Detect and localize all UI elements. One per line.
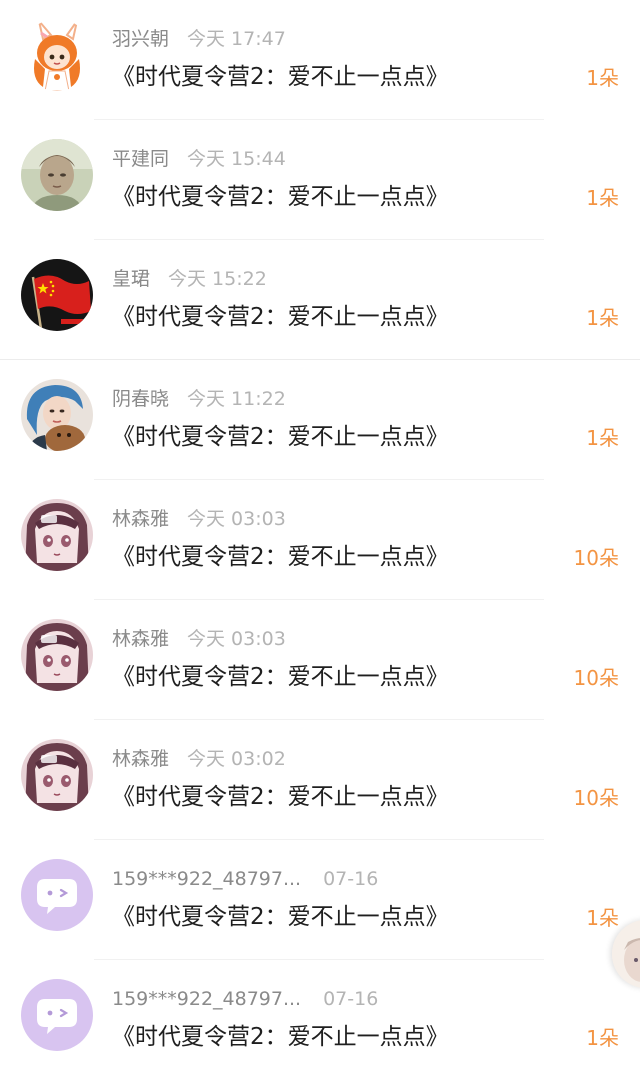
- list-item[interactable]: 159***922_48797... 07-16 《时代夏令营2：爱不止一点点》 …: [0, 960, 640, 1080]
- gift-time: 07-16: [323, 988, 379, 1010]
- list-item[interactable]: 阴春晓 今天 11:22 《时代夏令营2：爱不止一点点》 1朵: [0, 360, 640, 480]
- sender-name: 羽兴朝: [112, 28, 170, 50]
- flower-count: 10朵: [573, 786, 619, 810]
- sender-name: 林森雅: [112, 628, 170, 650]
- gift-time: 今天 03:03: [187, 508, 286, 530]
- blue-hair-girl-photo-avatar-icon: [21, 379, 93, 451]
- gift-time: 今天 11:22: [187, 388, 286, 410]
- flower-count: 1朵: [586, 906, 619, 930]
- program-title: 《时代夏令营2：爱不止一点点》: [112, 424, 449, 450]
- sender-line: 林森雅 今天 03:03: [112, 505, 286, 533]
- sender-name: 林森雅: [112, 508, 170, 530]
- list-item[interactable]: 羽兴朝 今天 17:47 《时代夏令营2：爱不止一点点》 1朵: [0, 0, 640, 120]
- program-title: 《时代夏令营2：爱不止一点点》: [112, 544, 449, 570]
- flower-count: 10朵: [573, 546, 619, 570]
- list-item[interactable]: 林森雅 今天 03:02 《时代夏令营2：爱不止一点点》 10朵: [0, 720, 640, 840]
- sender-name: 皇珺: [112, 268, 151, 290]
- default-chat-bubble-avatar-icon: [21, 859, 93, 931]
- flower-count: 1朵: [586, 186, 619, 210]
- anime-girl-pink-avatar-icon: [21, 739, 93, 811]
- flower-count: 10朵: [573, 666, 619, 690]
- flower-count: 1朵: [586, 1026, 619, 1050]
- anime-girl-orange-avatar-icon: [21, 19, 93, 91]
- sender-line: 159***922_48797... 07-16: [112, 865, 378, 893]
- program-title: 《时代夏令营2：爱不止一点点》: [112, 904, 449, 930]
- young-man-photo-avatar-icon: [21, 139, 93, 211]
- avatar[interactable]: [21, 739, 93, 811]
- flower-count: 1朵: [586, 306, 619, 330]
- sender-line: 林森雅 今天 03:03: [112, 625, 286, 653]
- sender-name: 159***922_48797...: [112, 868, 302, 890]
- gift-time: 今天 17:47: [187, 28, 286, 50]
- program-title: 《时代夏令营2：爱不止一点点》: [112, 64, 449, 90]
- list-item[interactable]: 林森雅 今天 03:03 《时代夏令营2：爱不止一点点》 10朵: [0, 480, 640, 600]
- avatar[interactable]: [21, 979, 93, 1051]
- red-flag-avatar-icon: [21, 259, 93, 331]
- program-title: 《时代夏令营2：爱不止一点点》: [112, 664, 449, 690]
- program-title: 《时代夏令营2：爱不止一点点》: [112, 784, 449, 810]
- sender-line: 159***922_48797... 07-16: [112, 985, 378, 1013]
- anime-girl-pink-avatar-icon: [21, 619, 93, 691]
- sender-line: 阴春晓 今天 11:22: [112, 385, 286, 413]
- sender-name: 林森雅: [112, 748, 170, 770]
- flower-count: 1朵: [586, 66, 619, 90]
- program-title: 《时代夏令营2：爱不止一点点》: [112, 184, 449, 210]
- anime-girl-pink-avatar-icon: [21, 499, 93, 571]
- sender-name: 159***922_48797...: [112, 988, 302, 1010]
- sender-name: 阴春晓: [112, 388, 170, 410]
- avatar[interactable]: [21, 379, 93, 451]
- sender-line: 羽兴朝 今天 17:47: [112, 25, 286, 53]
- sender-line: 林森雅 今天 03:02: [112, 745, 286, 773]
- gift-time: 07-16: [323, 868, 379, 890]
- avatar[interactable]: [21, 259, 93, 331]
- avatar[interactable]: [21, 619, 93, 691]
- gift-time: 今天 15:22: [168, 268, 267, 290]
- list-item[interactable]: 平建同 今天 15:44 《时代夏令营2：爱不止一点点》 1朵: [0, 120, 640, 240]
- list-item[interactable]: 皇珺 今天 15:22 《时代夏令营2：爱不止一点点》 1朵: [0, 240, 640, 360]
- avatar[interactable]: [21, 19, 93, 91]
- sender-line: 平建同 今天 15:44: [112, 145, 286, 173]
- list-item[interactable]: 159***922_48797... 07-16 《时代夏令营2：爱不止一点点》 …: [0, 840, 640, 960]
- sender-name: 平建同: [112, 148, 170, 170]
- list-item[interactable]: 林森雅 今天 03:03 《时代夏令营2：爱不止一点点》 10朵: [0, 600, 640, 720]
- flower-count: 1朵: [586, 426, 619, 450]
- gift-record-list: 羽兴朝 今天 17:47 《时代夏令营2：爱不止一点点》 1朵 平建同 今天 15:…: [0, 0, 640, 1074]
- program-title: 《时代夏令营2：爱不止一点点》: [112, 1024, 449, 1050]
- avatar[interactable]: [21, 139, 93, 211]
- gift-time: 今天 03:02: [187, 748, 286, 770]
- sender-line: 皇珺 今天 15:22: [112, 265, 267, 293]
- default-chat-bubble-avatar-icon: [21, 979, 93, 1051]
- avatar[interactable]: [21, 859, 93, 931]
- program-title: 《时代夏令营2：爱不止一点点》: [112, 304, 449, 330]
- gift-time: 今天 15:44: [187, 148, 286, 170]
- gift-time: 今天 03:03: [187, 628, 286, 650]
- avatar[interactable]: [21, 499, 93, 571]
